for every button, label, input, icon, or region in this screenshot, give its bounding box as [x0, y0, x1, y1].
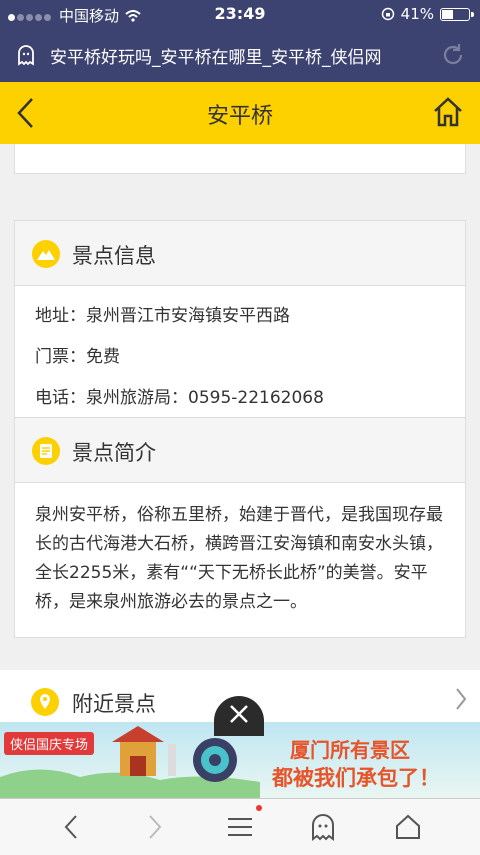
ghost-mode-icon[interactable]: [309, 813, 337, 841]
document-icon: [32, 437, 60, 465]
notification-dot: [256, 805, 262, 811]
battery-icon: [440, 7, 474, 21]
forward-icon[interactable]: [146, 813, 164, 841]
browser-toolbar: [0, 798, 480, 855]
attraction-detail-card: 景点信息 地址：泉州晋江市安海镇安平西路 门票：免费 电话：泉州旅游局：0595…: [14, 220, 466, 638]
page-title: 安平桥好玩吗_安平桥在哪里_安平桥_侠侣网: [50, 48, 382, 68]
header-title: 安平桥: [206, 104, 273, 129]
browser-title-bar[interactable]: 安平桥好玩吗_安平桥在哪里_安平桥_侠侣网: [0, 28, 480, 82]
back-icon[interactable]: [62, 813, 80, 841]
close-icon: [230, 705, 248, 723]
location-pin-icon: [31, 688, 59, 716]
info-section-header: 景点信息: [15, 221, 465, 286]
nearby-title: 附近景点: [72, 692, 156, 716]
info-section-title: 景点信息: [72, 244, 156, 268]
ticket-text: 门票：免费: [35, 347, 120, 367]
phone-text[interactable]: 电话：泉州旅游局：0595-22162068: [35, 378, 445, 419]
home-icon[interactable]: [432, 96, 464, 128]
intro-section-title: 景点简介: [72, 441, 156, 465]
ad-close-button[interactable]: [214, 696, 264, 736]
intro-text: 泉州安平桥，俗称五里桥，始建于晋代，是我国现存最长的古代海港大石桥，横跨晋江安海…: [35, 505, 443, 612]
reload-icon[interactable]: [440, 42, 466, 68]
battery-percent: 41%: [400, 5, 434, 23]
ad-headline-1: 厦门所有景区: [290, 738, 410, 762]
home-tab-icon[interactable]: [394, 813, 422, 841]
app-header: 安平桥: [0, 82, 480, 144]
rotation-lock-icon: [381, 7, 394, 21]
privacy-ghost-icon: [18, 45, 34, 66]
intro-section-header: 景点简介: [15, 418, 465, 483]
chevron-right-icon: [456, 688, 467, 710]
ad-headline-2: 都被我们承包了！: [272, 766, 440, 790]
previous-section-card: [14, 144, 466, 174]
address-text: 地址：泉州晋江市安海镇安平西路: [35, 306, 290, 326]
status-bar: 中国移动 23:49 41%: [0, 0, 480, 28]
menu-icon[interactable]: [226, 813, 254, 841]
mountain-icon: [32, 240, 60, 268]
